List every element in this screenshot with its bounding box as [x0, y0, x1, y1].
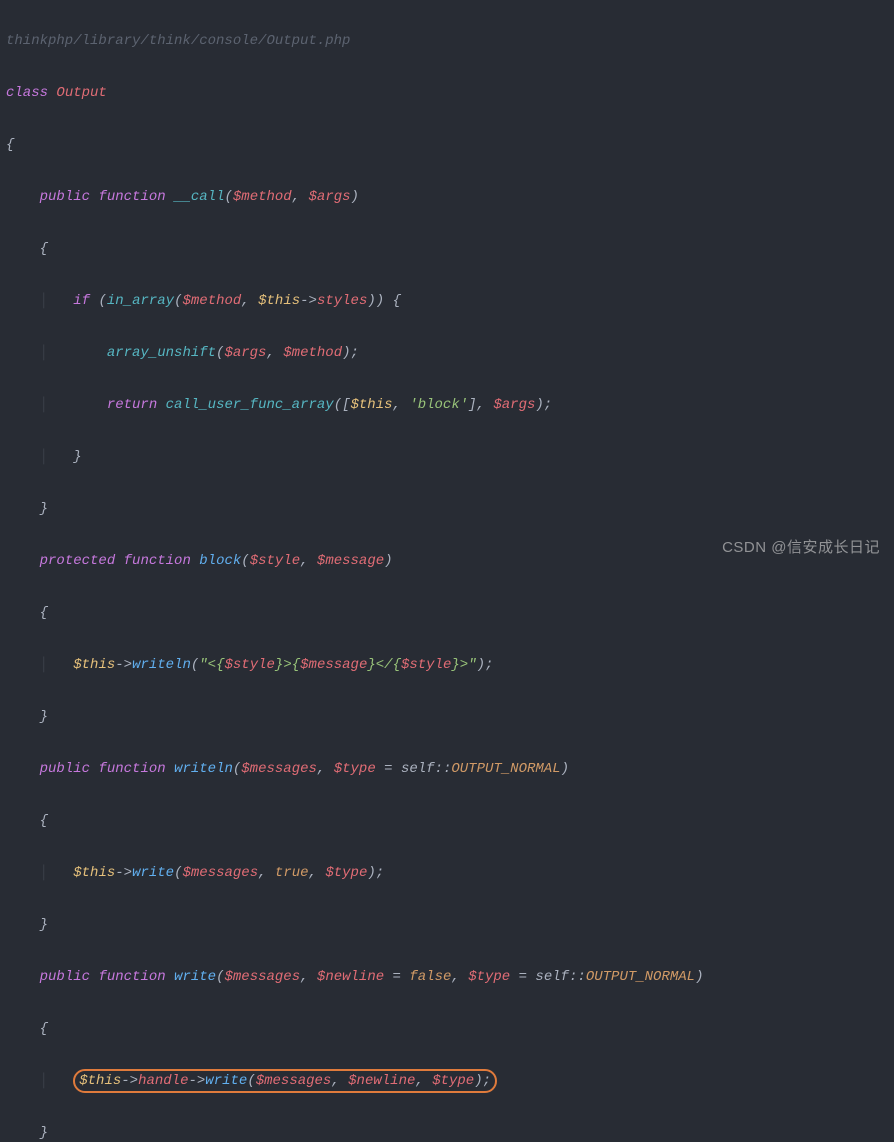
code-editor: thinkphp/library/think/console/Output.ph…	[0, 0, 894, 1142]
unshift-line: │ array_unshift($args, $method);	[6, 340, 888, 366]
brace-line: }	[6, 912, 888, 938]
writeln-call-line: │ $this->writeln("<{$style}>{$message}</…	[6, 652, 888, 678]
class-keyword: class	[6, 85, 48, 101]
class-decl-line: class Output	[6, 80, 888, 106]
write-call-line: │ $this->write($messages, true, $type);	[6, 860, 888, 886]
brace-line: }	[6, 704, 888, 730]
brace-line: }	[6, 1120, 888, 1142]
file-path-line: thinkphp/library/think/console/Output.ph…	[6, 28, 888, 54]
brace-line: {	[6, 132, 888, 158]
method-name-write: write	[174, 969, 216, 985]
method-name-call: __call	[174, 189, 224, 205]
method-name-writeln: writeln	[174, 761, 233, 777]
brace-line: │ }	[6, 444, 888, 470]
if-line: │ if (in_array($method, $this->styles)) …	[6, 288, 888, 314]
method-name-block: block	[199, 553, 241, 569]
highlighted-line: │ $this->handle->write($messages, $newli…	[6, 1068, 888, 1094]
brace-line: {	[6, 808, 888, 834]
method-writeln-sig: public function writeln($messages, $type…	[6, 756, 888, 782]
highlight-annotation: $this->handle->write($messages, $newline…	[73, 1069, 497, 1093]
return-line: │ return call_user_func_array([$this, 'b…	[6, 392, 888, 418]
brace-line: {	[6, 236, 888, 262]
brace-line: {	[6, 1016, 888, 1042]
method-write-sig: public function write($messages, $newlin…	[6, 964, 888, 990]
class-name: Output	[56, 85, 106, 101]
brace-line: }	[6, 496, 888, 522]
method-call-sig: public function __call($method, $args)	[6, 184, 888, 210]
watermark: CSDN @信安成长日记	[722, 535, 880, 561]
file-path: thinkphp/library/think/console/Output.ph…	[6, 33, 350, 49]
brace-line: {	[6, 600, 888, 626]
